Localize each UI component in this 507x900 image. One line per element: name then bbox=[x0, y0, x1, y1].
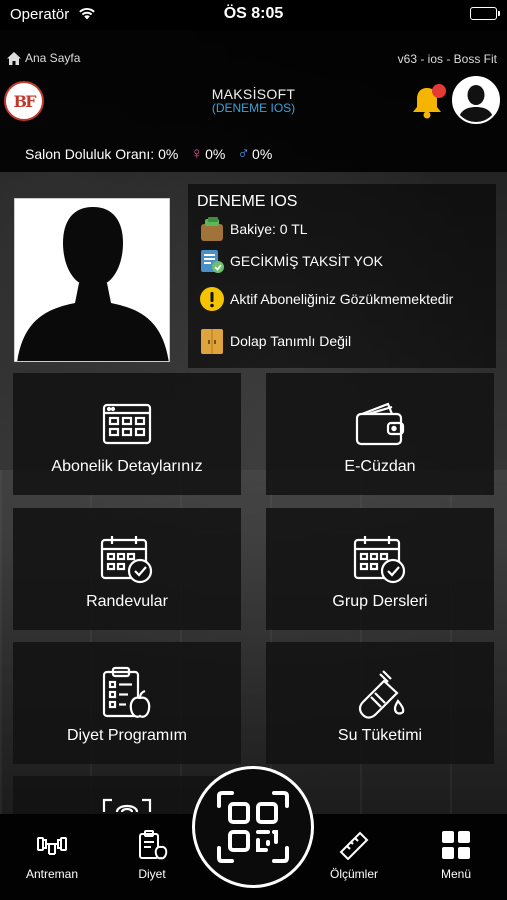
locker-row: Dolap Tanımlı Değil bbox=[197, 326, 351, 355]
browser-window-icon bbox=[102, 400, 152, 448]
tile-label: Randevular bbox=[86, 593, 168, 610]
subscription-row: Aktif Aboneliğiniz Gözükmemektedir bbox=[197, 284, 453, 313]
notification-button[interactable] bbox=[409, 84, 447, 122]
female-occupancy: 0% bbox=[205, 146, 226, 162]
male-icon: ♂ bbox=[237, 144, 251, 163]
nav-label: Diyet bbox=[138, 867, 166, 881]
tile-subscription-details[interactable]: Abonelik Detaylarınız bbox=[13, 373, 241, 495]
tile-group-classes[interactable]: Grup Dersleri bbox=[266, 508, 494, 630]
locker-icon bbox=[197, 326, 226, 355]
calendar-check-icon bbox=[353, 535, 407, 584]
subscription-text: Aktif Aboneliğiniz Gözükmemektedir bbox=[230, 290, 454, 307]
member-name: DENEME IOS bbox=[197, 193, 298, 210]
person-silhouette-icon bbox=[454, 78, 498, 122]
locker-text: Dolap Tanımlı Değil bbox=[230, 332, 352, 349]
nav-item-menu[interactable]: Menü bbox=[416, 830, 496, 881]
tile-appointments[interactable]: Randevular bbox=[13, 508, 241, 630]
male-occupancy: 0% bbox=[252, 146, 273, 162]
diet-clipboard-icon bbox=[100, 666, 154, 718]
installment-text: GECİKMİŞ TAKSİT YOK bbox=[230, 252, 384, 269]
version-label: v63 - ios - Boss Fit bbox=[397, 52, 497, 66]
balance-text: Bakiye: 0 TL bbox=[230, 220, 308, 237]
profile-photo[interactable] bbox=[14, 198, 170, 362]
tile-label: Diyet Programım bbox=[66, 727, 188, 744]
person-silhouette-icon bbox=[15, 199, 169, 361]
nav-item-measurements[interactable]: Ölçümler bbox=[314, 830, 394, 881]
wallet-icon bbox=[354, 400, 406, 448]
gym-occupancy: Salon Doluluk Oranı: 0% ♀ 0% ♂ 0% bbox=[25, 144, 272, 164]
nav-item-diet[interactable]: Diyet bbox=[112, 830, 192, 881]
tile-water-consumption[interactable]: Su Tüketimi bbox=[266, 642, 494, 764]
ruler-icon bbox=[339, 831, 369, 860]
occupancy-label: Salon Doluluk Oranı: 0% bbox=[25, 146, 179, 162]
invoice-icon bbox=[197, 246, 226, 275]
calendar-check-icon bbox=[100, 535, 154, 584]
grid-icon bbox=[442, 831, 470, 859]
app-header: Ana Sayfa v63 - ios - Boss Fit BF MAKSİS… bbox=[0, 30, 507, 172]
warning-icon bbox=[197, 284, 226, 313]
qr-scan-button[interactable] bbox=[192, 766, 314, 888]
clock: ÖS 8:05 bbox=[223, 5, 284, 22]
home-icon bbox=[7, 51, 21, 65]
notification-badge bbox=[432, 84, 446, 98]
dumbbell-icon bbox=[37, 837, 67, 855]
nav-label: Antreman bbox=[25, 867, 79, 881]
nav-label: Menü bbox=[440, 867, 472, 881]
tile-e-wallet[interactable]: E-Cüzdan bbox=[266, 373, 494, 495]
diet-icon bbox=[139, 830, 168, 860]
member-profile: DENEME IOS Bakiye: 0 TL GECİKMİŞ TAKSİT … bbox=[0, 172, 507, 368]
tile-label: Grup Dersleri bbox=[332, 593, 428, 610]
tile-label: Su Tüketimi bbox=[337, 727, 423, 744]
tile-label: Abonelik Detaylarınız bbox=[51, 458, 203, 475]
tile-label: E-Cüzdan bbox=[344, 458, 416, 475]
user-avatar[interactable] bbox=[452, 76, 500, 124]
battery-icon bbox=[470, 7, 500, 20]
status-bar: Operatör ÖS 8:05 bbox=[0, 0, 507, 30]
nav-item-workout[interactable]: Antreman bbox=[12, 830, 92, 881]
qr-code-icon bbox=[217, 791, 289, 863]
money-bag-icon bbox=[197, 214, 226, 243]
tile-diet-program[interactable]: Diyet Programım bbox=[13, 642, 241, 764]
installment-row: GECİKMİŞ TAKSİT YOK bbox=[197, 246, 383, 275]
balance-row: Bakiye: 0 TL bbox=[197, 214, 308, 243]
home-label: Ana Sayfa bbox=[25, 51, 81, 65]
female-icon: ♀ bbox=[190, 144, 204, 163]
water-bottle-icon bbox=[353, 669, 407, 719]
nav-label: Ölçümler bbox=[329, 867, 378, 881]
home-breadcrumb[interactable]: Ana Sayfa bbox=[7, 51, 80, 65]
